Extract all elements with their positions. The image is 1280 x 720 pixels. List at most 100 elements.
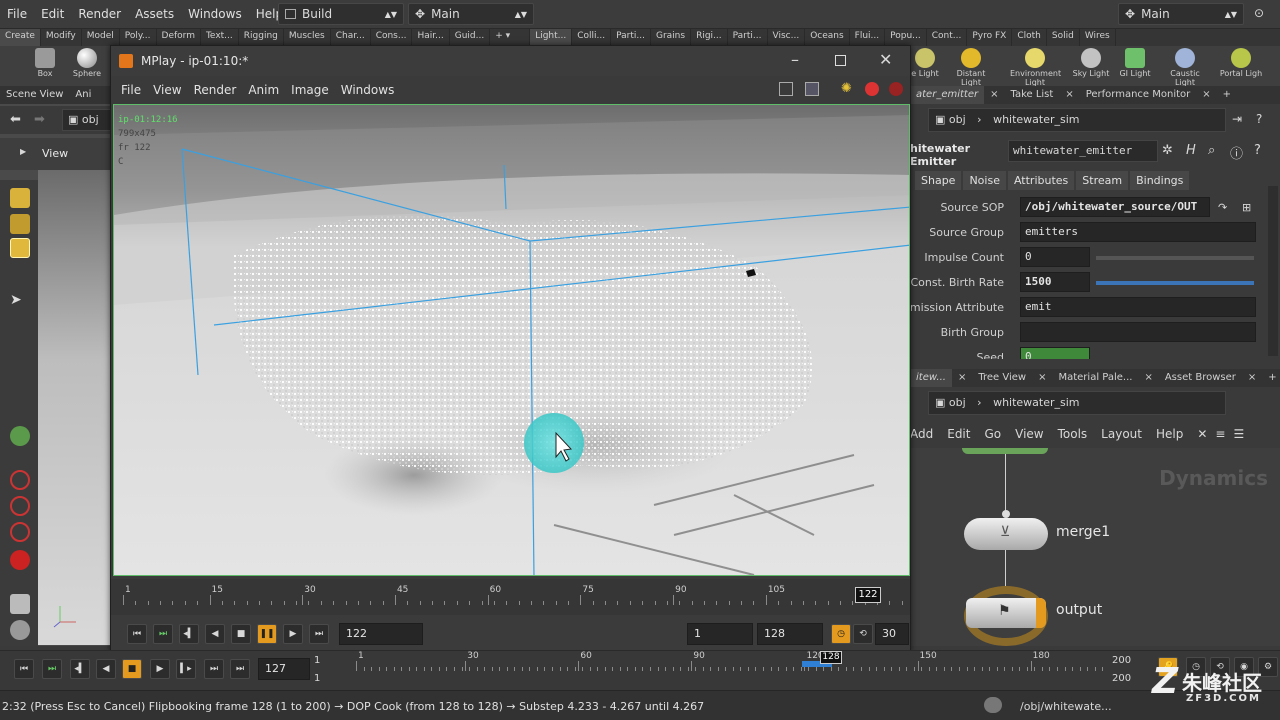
end-frame-field-2[interactable]: 200 <box>1112 673 1131 684</box>
net-menu-go[interactable]: Go <box>984 427 1001 441</box>
jump-end-icon[interactable]: ⏭ <box>309 624 329 644</box>
mplay-viewport[interactable]: ip-01:12:16 799x475 fr 122 C <box>113 104 910 576</box>
sphere-tool[interactable]: Sphere <box>62 46 112 86</box>
birth-group-field[interactable] <box>1020 322 1256 342</box>
portal-light-tool[interactable]: Portal Ligh <box>1216 46 1266 86</box>
tab-shape[interactable]: Shape <box>915 171 962 190</box>
stop-icon[interactable]: ■ <box>231 624 251 644</box>
net-menu-tools[interactable]: Tools <box>1058 427 1088 441</box>
jump-end-icon[interactable]: ⏭ <box>204 659 224 679</box>
magnet-icon[interactable] <box>10 470 30 490</box>
shelf-tab-model[interactable]: Model <box>82 29 120 46</box>
handle-icon[interactable] <box>10 238 30 258</box>
add-shelf-icon[interactable]: + ▾ <box>490 29 531 46</box>
sky-light-tool[interactable]: Sky Light <box>1066 46 1116 86</box>
step-forward-icon[interactable]: ▍▸ <box>176 659 196 679</box>
camera-icon[interactable] <box>10 620 30 640</box>
back-arrow-icon[interactable]: ⬅ <box>10 112 21 127</box>
frame-field[interactable]: 122 <box>339 623 423 645</box>
net-menu-edit[interactable]: Edit <box>947 427 970 441</box>
impulse-count-field[interactable]: 0 <box>1020 247 1090 267</box>
snap-primitive-icon[interactable] <box>10 550 30 570</box>
transform-icon[interactable] <box>10 214 30 234</box>
shelf-tab-parti2[interactable]: Parti... <box>728 29 768 46</box>
cursor-icon[interactable]: ➤ <box>10 292 30 312</box>
shelf-tab-rigging[interactable]: Rigging <box>239 29 284 46</box>
tab-noise[interactable]: Noise <box>963 171 1006 190</box>
mplay-timeline[interactable]: 1 15 30 45 60 75 90 105 122 <box>111 579 910 615</box>
wrench-icon[interactable]: ✕ <box>1197 427 1207 441</box>
play-reverse-icon[interactable]: ◀ <box>205 624 225 644</box>
close-icon[interactable]: × <box>984 86 1004 104</box>
tab-take-list[interactable]: Take List <box>1004 86 1059 104</box>
mplay-titlebar[interactable]: MPlay - ip-01:10:* – ✕ <box>111 46 910 76</box>
shelf-tab-pyro[interactable]: Pyro FX <box>967 29 1013 46</box>
shelf-tab-poly[interactable]: Poly... <box>120 29 157 46</box>
current-frame-field[interactable]: 127 <box>258 658 310 680</box>
fit-icon[interactable] <box>779 82 793 96</box>
jump-start-icon[interactable]: ⏮ <box>127 624 147 644</box>
realtime-icon[interactable]: ◷ <box>831 624 851 644</box>
end-frame-field[interactable]: 200 <box>1112 655 1131 666</box>
stop-icon[interactable]: ■ <box>122 659 142 679</box>
play-forward-icon[interactable]: ▶ <box>150 659 170 679</box>
birth-rate-slider[interactable] <box>1096 281 1254 285</box>
pin-icon[interactable]: ⇥ <box>1232 112 1242 126</box>
jump-icon[interactable]: ↷ <box>1218 201 1227 214</box>
menu-assets[interactable]: Assets <box>128 7 181 21</box>
context-dropdown[interactable]: ✥ Main ▲▼ <box>408 3 534 25</box>
source-group-field[interactable]: emitters <box>1020 222 1256 242</box>
stop-render-icon[interactable] <box>865 82 879 96</box>
output-node[interactable]: ⚑ <box>966 598 1046 628</box>
step-start-icon[interactable]: ⏭ <box>153 624 173 644</box>
fps-field[interactable]: 30 <box>875 623 909 645</box>
shelf-tab-create[interactable]: Create <box>0 29 41 46</box>
help-icon[interactable]: ? <box>1254 143 1261 158</box>
tab-material-palette[interactable]: Material Pale... <box>1052 369 1138 387</box>
shelf-tab-cloth[interactable]: Cloth <box>1012 29 1047 46</box>
net-menu-help[interactable]: Help <box>1156 427 1183 441</box>
path-obj[interactable]: ▣ obj <box>62 109 112 131</box>
menu-edit[interactable]: Edit <box>34 7 71 21</box>
tab-tree-view[interactable]: Tree View <box>972 369 1032 387</box>
shelf-tab-rigi[interactable]: Rigi... <box>691 29 728 46</box>
tree-icon[interactable]: ≡ <box>1215 427 1225 441</box>
pause-icon[interactable]: ❚❚ <box>257 624 277 644</box>
menu-file[interactable]: File <box>0 7 34 21</box>
tab-scene-view[interactable]: Scene View <box>0 86 69 104</box>
step-back-icon[interactable]: ◂▍ <box>70 659 90 679</box>
mplay-menu-windows[interactable]: Windows <box>341 83 395 97</box>
tab-network[interactable]: itew... <box>910 369 952 387</box>
close-icon[interactable]: × <box>1138 369 1158 387</box>
shelf-tab-cont[interactable]: Cont... <box>927 29 968 46</box>
menu-windows[interactable]: Windows <box>181 7 249 21</box>
shelf-tab-muscles[interactable]: Muscles <box>284 29 331 46</box>
shelf-tab-text[interactable]: Text... <box>201 29 239 46</box>
display-flag[interactable] <box>1036 598 1046 628</box>
close-icon[interactable]: × <box>952 369 972 387</box>
net-menu-view[interactable]: View <box>1015 427 1043 441</box>
help-icon[interactable]: ? <box>1256 112 1262 126</box>
list-icon[interactable]: ☰ <box>1233 427 1244 441</box>
light-icon[interactable]: ✺ <box>841 81 852 96</box>
mplay-menu-render[interactable]: Render <box>194 83 237 97</box>
node-chooser-icon[interactable]: ⊞ <box>1242 201 1251 214</box>
info-icon[interactable]: ⓘ <box>1230 143 1243 162</box>
shelf-tab-flui[interactable]: Flui... <box>850 29 886 46</box>
range-start-field[interactable]: 1 <box>687 623 753 645</box>
close-icon[interactable]: × <box>1032 369 1052 387</box>
right-context-dropdown[interactable]: ✥ Main ▲▼ <box>1118 3 1244 25</box>
net-menu-layout[interactable]: Layout <box>1101 427 1142 441</box>
emission-attribute-field[interactable]: emit <box>1020 297 1256 317</box>
shelf-tab-cons[interactable]: Cons... <box>371 29 413 46</box>
shelf-tab-wires[interactable]: Wires <box>1080 29 1116 46</box>
distant-light-tool[interactable]: Distant Light <box>946 46 996 87</box>
close-icon[interactable]: × <box>1196 86 1216 104</box>
shelf-tab-popu[interactable]: Popu... <box>885 29 927 46</box>
chat-icon[interactable] <box>984 697 1002 713</box>
shelf-tab-deform[interactable]: Deform <box>157 29 201 46</box>
add-tab-icon[interactable]: + <box>1217 86 1237 104</box>
environment-light-tool[interactable]: Environment Light <box>1010 46 1061 87</box>
tab-animation[interactable]: Ani <box>69 86 97 104</box>
display-icon[interactable] <box>10 594 30 614</box>
